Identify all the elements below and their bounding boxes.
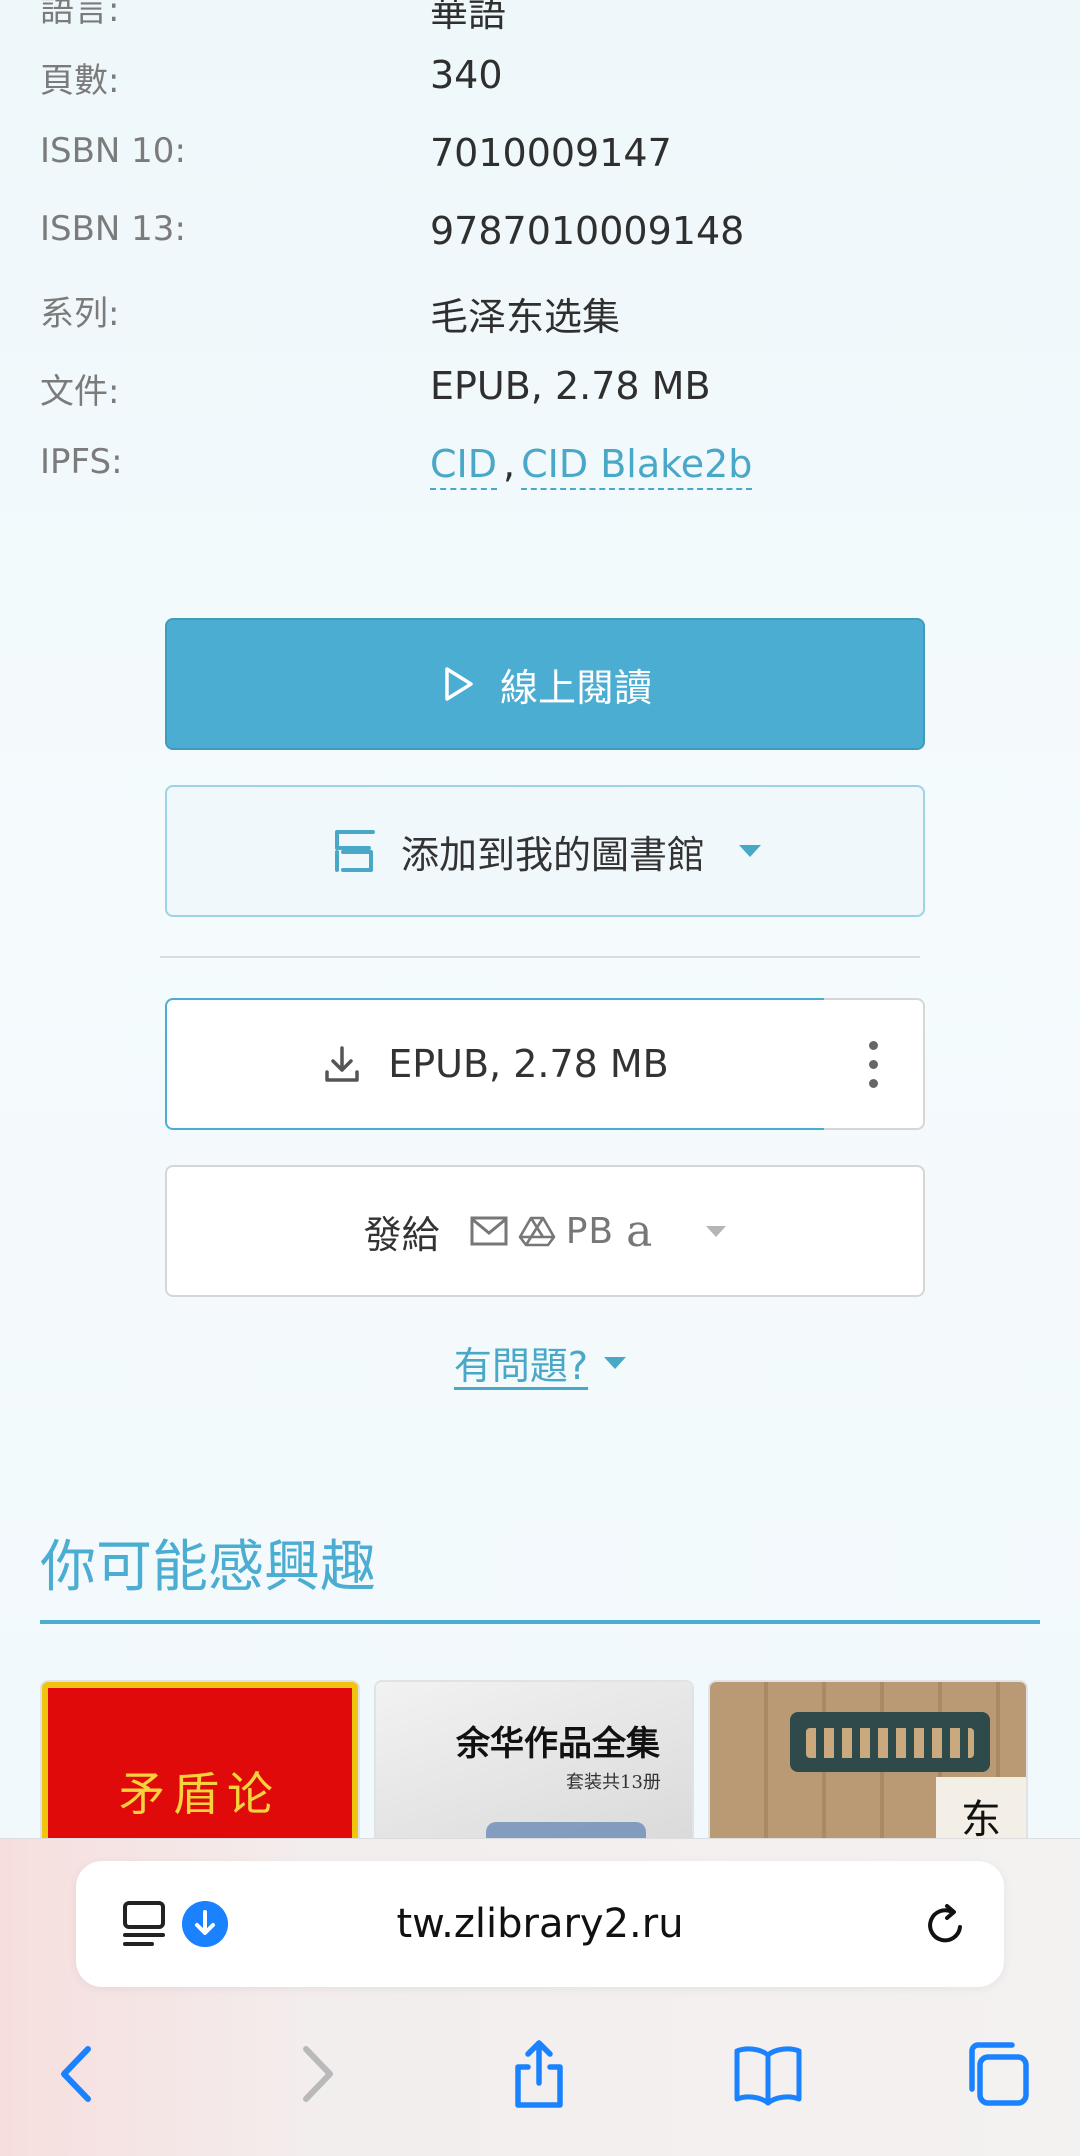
chevron-down-icon bbox=[706, 1225, 727, 1237]
dot bbox=[869, 1059, 878, 1069]
ipfs-cid-link[interactable]: CID bbox=[430, 442, 498, 490]
detail-label: ISBN 10: bbox=[40, 131, 186, 171]
add-to-library-button[interactable]: 添加到我的圖書館 bbox=[165, 785, 925, 917]
detail-label: 系列: bbox=[40, 294, 120, 334]
detail-label: IPFS: bbox=[40, 442, 123, 482]
detail-row-language: 語言: 華語 bbox=[40, 0, 1040, 42]
ipfs-links: CID, CID Blake2b bbox=[430, 442, 753, 490]
detail-label: 文件: bbox=[40, 372, 120, 412]
browser-bottom-bar: tw.zlibrary2.ru bbox=[0, 1838, 1080, 2156]
detail-value: 340 bbox=[430, 53, 503, 97]
browser-toolbar bbox=[0, 2019, 1080, 2139]
google-drive-icon bbox=[518, 1216, 555, 1247]
ipfs-cid-blake2b-link[interactable]: CID Blake2b bbox=[521, 442, 753, 490]
read-online-label: 線上閱讀 bbox=[499, 665, 652, 710]
book-cover-title: 余华作品全集 bbox=[456, 1724, 660, 1764]
mail-icon bbox=[470, 1216, 508, 1246]
recommended-books: 矛盾论 余华作品全集 套装共13册 东 bbox=[42, 1682, 1042, 1852]
download-epub-button[interactable]: EPUB, 2.78 MB bbox=[165, 998, 826, 1130]
bookmarks-icon[interactable] bbox=[733, 2039, 803, 2109]
library-icon bbox=[334, 830, 375, 872]
typewriter-keys bbox=[806, 1728, 974, 1758]
book-cover-subtitle: 套装共13册 bbox=[566, 1772, 661, 1793]
pocketbook-icon: PB bbox=[565, 1210, 615, 1252]
send-to-label: 發給 bbox=[363, 1212, 440, 1257]
chevron-down-icon bbox=[739, 845, 761, 857]
play-icon bbox=[445, 667, 473, 701]
ipfs-separator: , bbox=[503, 442, 516, 486]
detail-value: 毛泽东选集 bbox=[430, 295, 621, 339]
problem-label: 有問題? bbox=[453, 1344, 589, 1388]
share-icon[interactable] bbox=[504, 2039, 574, 2109]
download-label: EPUB, 2.78 MB bbox=[388, 1042, 669, 1086]
section-title: 你可能感興趣 bbox=[40, 1535, 376, 1600]
send-to-button[interactable]: 發給 PB a bbox=[165, 1165, 925, 1297]
divider bbox=[160, 956, 920, 958]
detail-value: EPUB, 2.78 MB bbox=[430, 364, 711, 408]
dot bbox=[869, 1040, 878, 1050]
book-cover[interactable]: 矛盾论 bbox=[42, 1682, 358, 1852]
chevron-down-icon bbox=[604, 1356, 627, 1369]
read-online-button[interactable]: 線上閱讀 bbox=[165, 618, 925, 750]
detail-label: 頁數: bbox=[40, 61, 120, 101]
dot bbox=[869, 1078, 878, 1088]
detail-value: 7010009147 bbox=[430, 131, 672, 175]
reload-icon[interactable] bbox=[922, 1901, 970, 1949]
add-to-library-label: 添加到我的圖書館 bbox=[400, 832, 705, 877]
detail-row-file: 文件: EPUB, 2.78 MB bbox=[40, 364, 1040, 424]
download-icon bbox=[325, 1046, 359, 1082]
book-cover-title: 矛盾论 bbox=[119, 1767, 281, 1821]
detail-row-pages: 頁數: 340 bbox=[40, 53, 1040, 113]
book-cover[interactable]: 东 bbox=[710, 1682, 1026, 1852]
detail-row-isbn10: ISBN 10: 7010009147 bbox=[40, 131, 1040, 191]
more-options-button[interactable] bbox=[824, 998, 925, 1130]
detail-row-isbn13: ISBN 13: 9787010009148 bbox=[40, 209, 1040, 269]
detail-row-series: 系列: 毛泽东选集 bbox=[40, 286, 1040, 346]
amazon-kindle-icon: a bbox=[626, 1205, 653, 1257]
detail-value: 華語 bbox=[430, 0, 507, 35]
detail-value: 9787010009148 bbox=[430, 209, 745, 253]
tabs-icon[interactable] bbox=[962, 2039, 1032, 2109]
section-divider bbox=[40, 1620, 1040, 1624]
book-cover[interactable]: 余华作品全集 套装共13册 bbox=[376, 1682, 692, 1852]
send-targets: PB a bbox=[470, 1205, 653, 1257]
detail-label: ISBN 13: bbox=[40, 209, 186, 249]
back-icon[interactable] bbox=[44, 2039, 114, 2109]
detail-row-ipfs: IPFS: CID, CID Blake2b bbox=[40, 442, 1040, 502]
address-bar[interactable]: tw.zlibrary2.ru bbox=[76, 1861, 1004, 1987]
forward-icon[interactable] bbox=[280, 2039, 350, 2109]
problem-report-link[interactable]: 有問題? bbox=[0, 1335, 1080, 1390]
url-text: tw.zlibrary2.ru bbox=[396, 1901, 684, 1947]
detail-label: 語言: bbox=[40, 0, 120, 30]
